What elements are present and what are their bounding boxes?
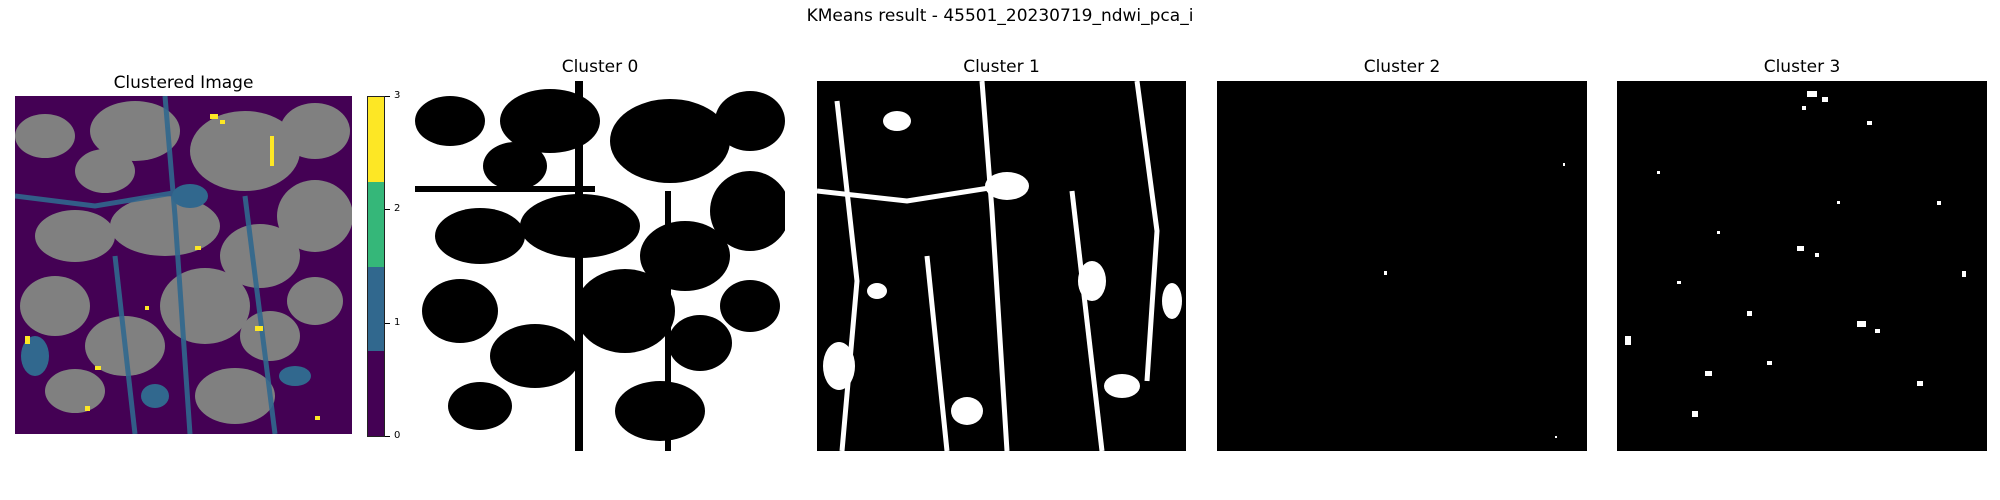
colorbar-tick-1 bbox=[385, 323, 390, 324]
colorbar-tick-0 bbox=[385, 436, 390, 437]
cluster-2-mask bbox=[1217, 81, 1587, 451]
cluster-0-mask-graphic bbox=[415, 81, 785, 451]
colorbar bbox=[367, 96, 385, 437]
colorbar-segment-2 bbox=[368, 181, 384, 267]
clustered-image bbox=[15, 96, 352, 434]
figure-title: KMeans result - 45501_20230719_ndwi_pca_… bbox=[806, 6, 1194, 26]
colorbar-segment-1 bbox=[368, 266, 384, 352]
colorbar-label-2: 2 bbox=[394, 203, 401, 214]
cluster-3-mask bbox=[1617, 81, 1987, 451]
clustered-image-title: Clustered Image bbox=[113, 73, 254, 93]
cluster-0-mask bbox=[415, 81, 785, 451]
colorbar-label-0: 0 bbox=[394, 430, 401, 441]
cluster-1-title: Cluster 1 bbox=[963, 57, 1040, 77]
colorbar-segment-3 bbox=[368, 97, 384, 182]
colorbar-label-3: 3 bbox=[394, 90, 401, 101]
cluster-0-title: Cluster 0 bbox=[561, 57, 639, 77]
clustered-image-graphic bbox=[15, 96, 352, 434]
cluster-2-mask-graphic bbox=[1217, 81, 1587, 451]
colorbar-label-1: 1 bbox=[394, 317, 401, 328]
colorbar-segment-0 bbox=[368, 351, 384, 436]
cluster-3-mask-graphic bbox=[1617, 81, 1987, 451]
cluster-2-title: Cluster 2 bbox=[1363, 57, 1441, 77]
cluster-1-mask bbox=[817, 81, 1186, 451]
cluster-3-title: Cluster 3 bbox=[1763, 57, 1841, 77]
colorbar-tick-2 bbox=[385, 209, 390, 210]
colorbar-tick-3 bbox=[385, 96, 390, 97]
cluster-1-mask-graphic bbox=[817, 81, 1186, 451]
